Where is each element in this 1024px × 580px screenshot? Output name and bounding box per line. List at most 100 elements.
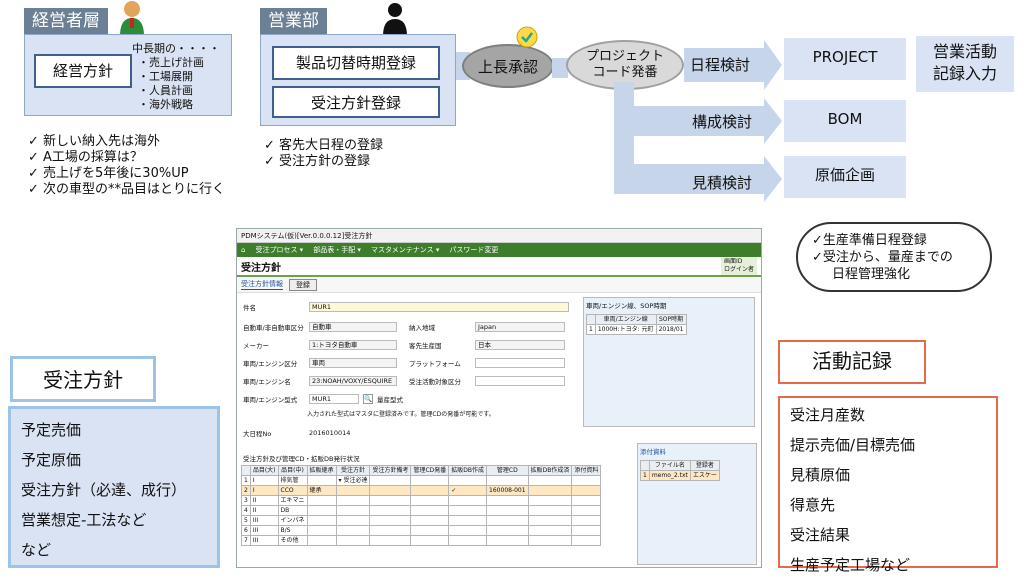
maker-select[interactable]: 1:トヨタ自動車 [309, 340, 397, 350]
field-model: 車両/エンジン型式 MUR1 🔍 量産型式 [243, 393, 403, 405]
cell [410, 515, 450, 526]
field-label: 件名 [243, 304, 256, 312]
dest-select[interactable]: Japan [475, 322, 565, 332]
cell: ✓ [448, 485, 488, 496]
out-cost-plan: 原価企画 [784, 156, 906, 198]
activity-item: 見積原価 [790, 466, 851, 484]
search-icon[interactable]: 🔍 [363, 394, 373, 404]
table-row[interactable]: 7 III その他 [241, 535, 602, 546]
table-header: 品目(大) 品目(中) 拡販継承 受注方針 受注方針備考 管理CD発番 拡販DB作成 管理CD… [241, 465, 602, 476]
cloud-line: ✓生産準備日程登録 [812, 233, 927, 248]
app-navbar: ⌂ 受注プロセス ▾ 部品表・手配 ▾ マスタメンテナンス ▾ パスワード変更 [237, 243, 761, 257]
field-maker: メーカー 1:トヨタ自動車 [243, 339, 397, 351]
grid-wrap: 品目(大) 品目(中) 拡販継承 受注方針 受注方針備考 管理CD発番 拡販DB作成 管理CD… [241, 465, 621, 565]
management-policy-box: 経営方針 [34, 54, 132, 88]
field-label: 大日程No [243, 430, 272, 438]
table-row[interactable]: 4 II DB [241, 505, 602, 516]
table-row[interactable]: 2 I CCO 継承 ✓ 160008-001 [241, 485, 602, 496]
out-bom: BOM [784, 100, 906, 142]
cell [486, 515, 529, 526]
menu-master[interactable]: マスタメンテナンス ▾ [371, 243, 439, 257]
cell [527, 495, 573, 506]
branch-arrow-head [764, 40, 782, 90]
activity-item: 提示売価/目標売価 [790, 436, 916, 454]
cell: 2 [241, 485, 251, 496]
menu-order-process[interactable]: 受注プロセス ▾ [255, 243, 303, 257]
cell [448, 475, 488, 486]
car-name-select[interactable]: 23:NOAH/VOXY/ESQUIRE [309, 376, 397, 386]
cell [410, 505, 450, 516]
cell: エキマニ [277, 495, 308, 506]
field-kind: 自動車/非自動車区分 自動車 [243, 321, 397, 333]
tab-order-policy-info[interactable]: 受注方針情報 [241, 279, 283, 290]
model-note: 入力された型式はマスタに登録済みです。管理CDの発番が可能です。 [307, 411, 495, 418]
table-row[interactable]: 3 II エキマニ [241, 495, 602, 506]
policy-item: 予定売価 [21, 421, 82, 439]
col-header: 受注方針備考 [369, 465, 412, 476]
field-label: 車両/エンジン型式 [243, 396, 298, 404]
field-label: 受注活動対象区分 [409, 378, 461, 386]
table-row[interactable]: 1 1000H:トヨタ: 元町 2018/01 [586, 324, 687, 335]
cell: III [249, 525, 279, 536]
col-header: 登録者 [689, 460, 720, 471]
bullet: ✓ 売上げを5年後に30%UP [28, 166, 189, 181]
col-header: 品目(大) [249, 465, 279, 476]
field-cust: 客先生産国 日本 [409, 339, 565, 351]
menu-password[interactable]: パスワード変更 [449, 243, 498, 257]
cell: エスケー [689, 470, 720, 481]
app-form: 件名 MUR1 自動車/非自動車区分 自動車 メーカー 1:トヨタ自動車 車両/エンジ… [237, 293, 761, 565]
app-titlebar: PDMシステム(仮)[Ver.0.0.0.12]受注方針 [237, 229, 761, 243]
app-pagehead: 受注方針 画面ID ログイン者 [237, 257, 761, 277]
cell: CCO [277, 485, 308, 496]
field-car: 車両/エンジン区分 車両 [243, 357, 397, 369]
cell [369, 485, 412, 496]
col-header [640, 460, 650, 471]
mass-model-button[interactable]: 量産型式 [377, 394, 403, 404]
table-row[interactable]: 1 I 排気管 ▾ 受注必達 [241, 475, 602, 486]
cell [306, 475, 337, 486]
table-row[interactable]: 1 memo_2.txt エスケー [640, 470, 720, 481]
cell [527, 525, 573, 536]
col-header [586, 314, 596, 325]
activity-item: 受注結果 [790, 526, 851, 544]
kind-select[interactable]: 自動車 [309, 322, 397, 332]
cell [571, 505, 602, 516]
activity-list: 受注月産数 提示売価/目標売価 見積原価 得意先 受注結果 生産予定工場など [778, 396, 998, 574]
bullet: ✓ A工場の採算は？ [28, 150, 143, 165]
main-grid: 品目(大) 品目(中) 拡販継承 受注方針 受注方針備考 管理CD発番 拡販DB作成 管理CD… [241, 465, 602, 546]
cell [335, 525, 371, 536]
field-date: 大日程No 2016010014 [243, 427, 350, 439]
bullet: ✓ 客先大日程の登録 [264, 138, 384, 153]
car-select[interactable]: 車両 [309, 358, 397, 368]
cell [527, 505, 573, 516]
check-badge-icon [516, 26, 538, 48]
col-header: 受注方針 [335, 465, 371, 476]
policy-item: 営業想定-工法など [21, 511, 147, 529]
cell [527, 515, 573, 526]
cell [448, 535, 488, 546]
platform-select[interactable] [475, 358, 565, 368]
branch-label-schedule: 日程検討 [690, 56, 751, 74]
sales-record-box: 営業活動 記録入力 [916, 36, 1014, 92]
menu-bom[interactable]: 部品表・手配 ▾ [313, 243, 361, 257]
table-row[interactable]: 6 III B/S [241, 525, 602, 536]
target-select[interactable] [475, 376, 565, 386]
cell [369, 505, 412, 516]
model-input[interactable]: MUR1 [309, 394, 359, 404]
table-row[interactable]: 5 III インパネ [241, 515, 602, 526]
cell [571, 515, 602, 526]
management-bullets: ✓ 新しい納入先は海外 ✓ A工場の採算は？ ✓ 売上げを5年後に30%UP ✓… [28, 134, 258, 198]
cust-select[interactable]: 日本 [475, 340, 565, 350]
order-policy-box: 受注方針登録 [272, 86, 440, 118]
field-target: 受注活動対象区分 [409, 375, 565, 387]
register-button[interactable]: 登録 [289, 278, 317, 291]
attach-title: 添付資料 [640, 448, 666, 456]
cloud-line: ✓受注から、量産までの [812, 250, 953, 265]
cell [448, 515, 488, 526]
home-icon[interactable]: ⌂ [241, 243, 245, 257]
name-input[interactable]: MUR1 [309, 302, 569, 312]
cell [527, 485, 573, 496]
branch-arrow-head [764, 98, 782, 144]
role-management: 経営者層 [24, 8, 108, 34]
cell [335, 505, 371, 516]
